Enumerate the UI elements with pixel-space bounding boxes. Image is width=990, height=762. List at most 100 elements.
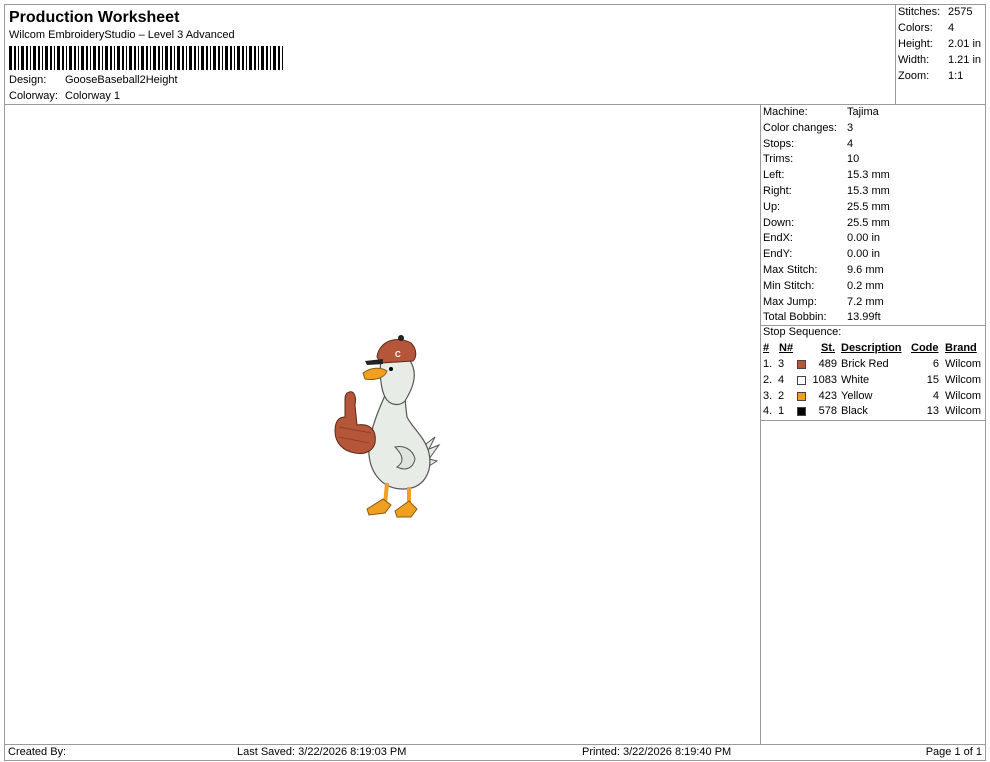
detail-row: Up: 25.5 mm (763, 201, 890, 216)
detail-row: Right: 15.3 mm (763, 185, 890, 200)
stop-stitches: 578 (818, 405, 837, 418)
col-header-code: Code (911, 342, 939, 354)
detail-label: Trims: (763, 153, 794, 166)
colorway-label: Colorway: (9, 90, 58, 102)
col-header-brand: Brand (945, 342, 977, 354)
detail-value: 13.99ft (847, 311, 881, 324)
detail-row: Down: 25.5 mm (763, 217, 890, 232)
worksheet-footer: Created By: Last Saved: 3/22/2026 8:19:0… (4, 744, 986, 761)
detail-label: EndX: (763, 232, 793, 245)
printed-date: Printed: 3/22/2026 8:19:40 PM (582, 746, 732, 758)
detail-row: Max Stitch: 9.6 mm (763, 264, 884, 279)
detail-value: 25.5 mm (847, 200, 890, 213)
stop-stitches: 489 (818, 358, 837, 370)
stop-brand: Wilcom (945, 358, 982, 370)
software-subtitle: Wilcom EmbroideryStudio – Level 3 Advanc… (9, 29, 235, 41)
stop-index: 4. (763, 405, 773, 418)
summary-colors: Colors: 4 (898, 22, 954, 34)
summary-zoom: Zoom: 1:1 (898, 70, 963, 82)
stop-stitches: 423 (818, 389, 837, 402)
detail-row: Machine: Tajima (763, 106, 879, 121)
detail-label: Up: (763, 200, 781, 213)
col-header-description: Description (841, 342, 902, 354)
barcode-image (9, 46, 283, 70)
detail-label: Stops: (763, 137, 795, 150)
last-saved: Last Saved: 3/22/2026 8:19:03 PM (237, 746, 407, 758)
design-label: Design: (9, 74, 47, 86)
detail-label: Machine: (763, 106, 808, 118)
summary-value: 2.01 in (948, 38, 982, 50)
created-by: Created By: (8, 746, 67, 758)
detail-value: 15.3 mm (847, 185, 890, 197)
detail-row: Trims: 10 (763, 153, 859, 168)
stop-needle: 4 (778, 373, 785, 386)
colorway-value: Colorway 1 (65, 90, 121, 102)
detail-value: 0.2 mm (847, 279, 884, 292)
design-value: GooseBaseball2Height (65, 74, 178, 86)
detail-row: EndX: 0.00 in (763, 232, 880, 247)
detail-row: Min Stitch: 0.2 mm (763, 280, 884, 295)
stop-description: Brick Red (841, 358, 889, 370)
detail-value: 9.6 mm (847, 264, 884, 276)
design-row: Design: GooseBaseball2Height (9, 74, 178, 86)
svg-text:C: C (395, 350, 401, 359)
summary-label: Zoom: (898, 70, 930, 82)
colorway-row: Colorway: Colorway 1 (9, 90, 120, 102)
detail-label: Total Bobbin: (763, 311, 827, 324)
color-swatch (797, 407, 806, 417)
summary-stitches: Stitches: 2575 (898, 6, 972, 18)
summary-value: 4 (948, 22, 955, 34)
stop-needle: 1 (778, 405, 785, 418)
detail-value: Tajima (847, 106, 879, 118)
design-preview-canvas: C (4, 104, 761, 745)
stop-sequence-title: Stop Sequence: (763, 326, 842, 338)
stop-code: 4 (932, 389, 939, 402)
detail-value: 25.5 mm (847, 216, 890, 229)
detail-label: Down: (763, 216, 795, 229)
summary-height: Height: 2.01 in (898, 38, 981, 50)
summary-label: Height: (898, 38, 933, 50)
detail-row: Left: 15.3 mm (763, 169, 890, 184)
detail-value: 0.00 in (847, 248, 881, 261)
col-header-num: # (763, 342, 770, 354)
detail-label: Max Stitch: (763, 264, 818, 276)
stop-description: Black (841, 405, 868, 418)
detail-label: Left: (763, 169, 785, 182)
stop-index: 1. (763, 358, 773, 370)
worksheet-header: Production Worksheet Wilcom EmbroiderySt… (4, 4, 896, 105)
stop-index: 2. (763, 373, 773, 386)
summary-value: 1.21 in (948, 54, 982, 66)
detail-label: Min Stitch: (763, 279, 815, 292)
col-header-stitches: St. (821, 342, 836, 354)
summary-value: 1:1 (948, 70, 964, 82)
detail-row: Color changes: 3 (763, 122, 853, 137)
summary-label: Colors: (898, 22, 933, 34)
detail-value: 0.00 in (847, 232, 881, 245)
detail-row: Stops: 4 (763, 138, 853, 153)
detail-label: Right: (763, 185, 792, 197)
stop-needle: 3 (778, 358, 785, 370)
detail-label: Max Jump: (763, 295, 817, 308)
divider (761, 420, 985, 421)
stop-code: 6 (932, 358, 939, 370)
stop-description: White (841, 373, 870, 386)
stop-brand: Wilcom (945, 373, 982, 386)
detail-value: 4 (847, 137, 854, 150)
color-swatch (797, 391, 806, 401)
detail-value: 15.3 mm (847, 169, 890, 182)
stop-description: Yellow (841, 389, 873, 402)
detail-row: Max Jump: 7.2 mm (763, 296, 884, 311)
stop-code: 15 (926, 373, 939, 386)
detail-row: EndY: 0.00 in (763, 248, 880, 263)
summary-label: Width: (898, 54, 930, 66)
stop-stitches: 1083 (812, 373, 837, 386)
stop-needle: 2 (778, 389, 785, 402)
page-title: Production Worksheet (9, 9, 180, 26)
color-swatch (797, 375, 806, 385)
detail-label: EndY: (763, 248, 793, 261)
goose-embroidery-image: C (334, 335, 441, 518)
stop-code: 13 (926, 405, 939, 418)
stop-brand: Wilcom (945, 389, 982, 402)
stop-brand: Wilcom (945, 405, 982, 418)
col-header-needle: N# (779, 342, 794, 354)
